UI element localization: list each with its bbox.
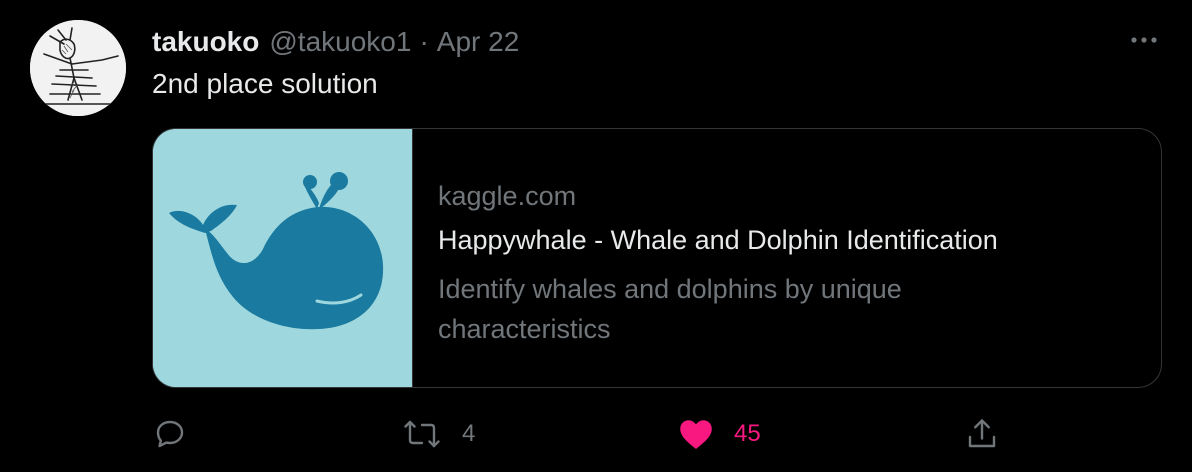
card-description: Identify whales and dolphins by unique c… — [438, 274, 902, 344]
tweet-date[interactable]: Apr 22 — [437, 26, 520, 58]
separator: · — [419, 26, 429, 57]
tweet-text: 2nd place solution — [152, 68, 378, 99]
more-icon[interactable] — [1128, 26, 1160, 54]
author-name[interactable]: takuoko — [152, 26, 259, 58]
card-image[interactable] — [153, 129, 413, 387]
share-button[interactable] — [964, 412, 1000, 456]
retweet-icon — [404, 420, 440, 448]
author-handle[interactable]: @takuoko1 — [269, 26, 411, 58]
tweet[interactable]: takuoko @takuoko1 · Apr 22 2nd place sol… — [0, 0, 1192, 472]
reply-icon — [156, 420, 184, 448]
like-button[interactable]: 45 — [678, 412, 761, 456]
whale-icon — [153, 129, 412, 387]
retweet-button[interactable]: 4 — [402, 412, 475, 456]
card-body[interactable]: kaggle.com Happywhale - Whale and Dolphi… — [413, 129, 998, 387]
tweet-actions: 4 45 — [152, 412, 1160, 456]
link-card[interactable]: kaggle.com Happywhale - Whale and Dolphi… — [152, 128, 1162, 388]
card-title: Happywhale - Whale and Dolphin Identific… — [438, 225, 998, 255]
tweet-header: takuoko @takuoko1 · Apr 22 — [152, 26, 520, 58]
avatar[interactable] — [30, 20, 126, 116]
heart-icon — [680, 420, 712, 449]
retweet-count: 4 — [462, 420, 476, 447]
card-domain: kaggle.com — [438, 181, 577, 211]
reply-button[interactable] — [152, 412, 188, 456]
like-count: 45 — [734, 420, 761, 447]
share-icon — [968, 419, 996, 448]
